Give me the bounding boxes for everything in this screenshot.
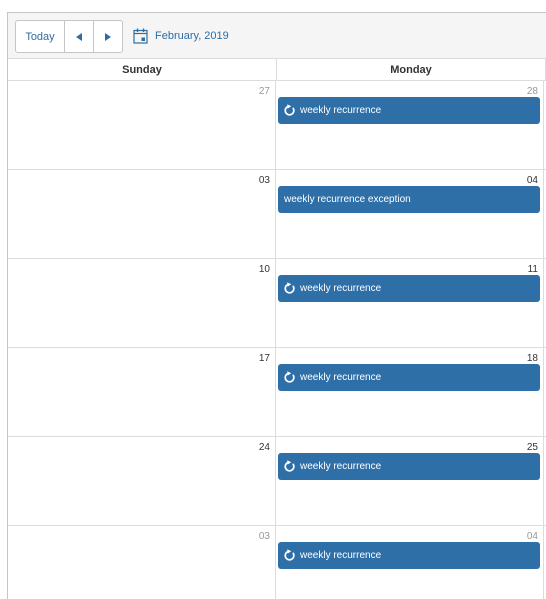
day-cell-sunday[interactable]: 03 bbox=[8, 170, 276, 258]
header-monday: Monday bbox=[277, 59, 546, 80]
event-title: weekly recurrence bbox=[300, 461, 382, 472]
next-button[interactable] bbox=[94, 21, 122, 52]
event-item[interactable]: weekly recurrence bbox=[278, 275, 540, 302]
day-number[interactable]: 28 bbox=[527, 86, 538, 97]
week-row: 03 04 weekly recurrence bbox=[8, 526, 546, 599]
previous-button[interactable] bbox=[65, 21, 94, 52]
event-title: weekly recurrence exception bbox=[284, 194, 411, 205]
day-cell-monday[interactable]: 11 weekly recurrence bbox=[276, 259, 544, 347]
day-cell-sunday[interactable]: 10 bbox=[8, 259, 276, 347]
day-cell-sunday[interactable]: 17 bbox=[8, 348, 276, 436]
today-button[interactable]: Today bbox=[16, 21, 65, 52]
event-title: weekly recurrence bbox=[300, 550, 382, 561]
event-item[interactable]: weekly recurrence bbox=[278, 364, 540, 391]
calendar-icon bbox=[133, 28, 148, 44]
event-title: weekly recurrence bbox=[300, 372, 382, 383]
day-cell-sunday[interactable]: 03 bbox=[8, 526, 276, 599]
day-number[interactable]: 03 bbox=[259, 175, 270, 186]
event-title: weekly recurrence bbox=[300, 283, 382, 294]
month-grid: 27 28 weekly recurrence 03 04 weekly recurren… bbox=[8, 81, 546, 599]
current-date-button[interactable]: February, 2019 bbox=[133, 26, 229, 46]
navigation-button-group: Today bbox=[15, 20, 123, 53]
day-number[interactable]: 11 bbox=[528, 264, 538, 275]
day-cell-monday[interactable]: 28 weekly recurrence bbox=[276, 81, 544, 169]
day-number[interactable]: 10 bbox=[259, 264, 270, 275]
day-number[interactable]: 24 bbox=[259, 442, 270, 453]
event-item[interactable]: weekly recurrence bbox=[278, 97, 540, 124]
event-item[interactable]: weekly recurrence bbox=[278, 453, 540, 480]
day-cell-monday[interactable]: 25 weekly recurrence bbox=[276, 437, 544, 525]
week-row: 24 25 weekly recurrence bbox=[8, 437, 546, 526]
day-cell-monday[interactable]: 04 weekly recurrence bbox=[276, 526, 544, 599]
day-number[interactable]: 03 bbox=[259, 531, 270, 542]
week-row: 03 04 weekly recurrence exception bbox=[8, 170, 546, 259]
day-cell-sunday[interactable]: 24 bbox=[8, 437, 276, 525]
header-sunday: Sunday bbox=[8, 59, 277, 80]
day-number[interactable]: 25 bbox=[527, 442, 538, 453]
day-number[interactable]: 18 bbox=[527, 353, 538, 364]
week-row: 17 18 weekly recurrence bbox=[8, 348, 546, 437]
day-number[interactable]: 27 bbox=[259, 86, 270, 97]
recurrence-icon bbox=[283, 104, 296, 117]
day-number[interactable]: 04 bbox=[527, 531, 538, 542]
week-row: 10 11 weekly recurrence bbox=[8, 259, 546, 348]
week-row: 27 28 weekly recurrence bbox=[8, 81, 546, 170]
day-cell-sunday[interactable]: 27 bbox=[8, 81, 276, 169]
recurrence-icon bbox=[283, 460, 296, 473]
event-title: weekly recurrence bbox=[300, 105, 382, 116]
caret-right-icon bbox=[105, 32, 111, 41]
day-cell-monday[interactable]: 18 weekly recurrence bbox=[276, 348, 544, 436]
day-header-row: Sunday Monday bbox=[8, 59, 546, 81]
current-date-label: February, 2019 bbox=[155, 30, 229, 42]
day-number[interactable]: 04 bbox=[527, 175, 538, 186]
day-number[interactable]: 17 bbox=[259, 353, 270, 364]
recurrence-icon bbox=[283, 549, 296, 562]
day-cell-monday[interactable]: 04 weekly recurrence exception bbox=[276, 170, 544, 258]
event-item[interactable]: weekly recurrence exception bbox=[278, 186, 540, 213]
scheduler-toolbar: Today February, 2019 bbox=[8, 13, 546, 59]
caret-left-icon bbox=[76, 32, 82, 41]
scheduler: Today February, 2019 Sunday Monday 27 28 w… bbox=[7, 12, 546, 599]
event-item[interactable]: weekly recurrence bbox=[278, 542, 540, 569]
recurrence-icon bbox=[283, 371, 296, 384]
recurrence-icon bbox=[283, 282, 296, 295]
